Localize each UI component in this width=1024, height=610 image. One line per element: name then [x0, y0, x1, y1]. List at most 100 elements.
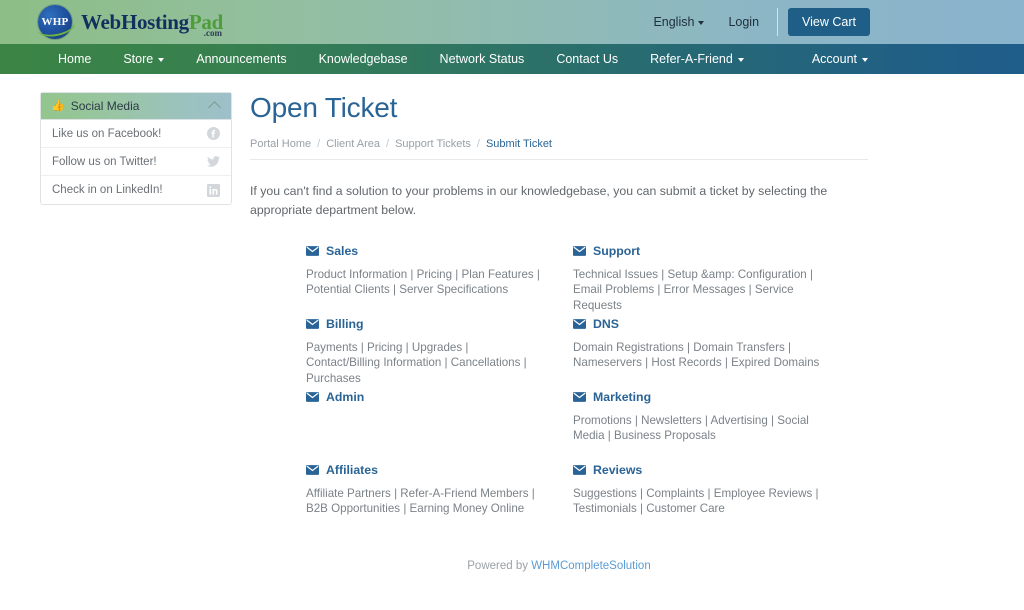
nav-label: Refer-A-Friend: [650, 52, 733, 66]
department-name: Reviews: [593, 463, 643, 478]
login-link[interactable]: Login: [716, 15, 771, 29]
department-name: Affiliates: [326, 463, 378, 478]
chevron-down-icon: [158, 57, 165, 62]
nav-items: Home Store Announcements Knowledgebase N…: [42, 44, 760, 74]
nav-label: Network Status: [439, 52, 525, 66]
logo-name-primary: WebHosting: [81, 9, 189, 34]
logo-badge-text: WHP: [41, 16, 69, 28]
department-name: Billing: [326, 317, 364, 332]
chevron-down-icon: [737, 57, 744, 62]
envelope-icon: [573, 246, 586, 256]
department-link-support[interactable]: Support: [573, 244, 840, 258]
sidebar-item-facebook[interactable]: Like us on Facebook!: [41, 120, 231, 148]
sidebar-item-linkedin[interactable]: Check in on LinkedIn!: [41, 176, 231, 204]
department-marketing: Marketing Promotions | Newsletters | Adv…: [573, 390, 868, 463]
thumbs-up-icon: 👍: [51, 99, 65, 112]
department-reviews: Reviews Suggestions | Complaints | Emplo…: [573, 463, 868, 536]
department-link-sales[interactable]: Sales: [306, 244, 545, 258]
linkedin-icon: [207, 183, 220, 197]
nav-item-home[interactable]: Home: [42, 44, 107, 74]
nav-label: Announcements: [196, 52, 287, 66]
department-link-marketing[interactable]: Marketing: [573, 390, 840, 404]
department-sales: Sales Product Information | Pricing | Pl…: [306, 244, 573, 317]
top-bar-actions: English Login View Cart: [641, 8, 870, 36]
department-dns: DNS Domain Registrations | Domain Transf…: [573, 317, 868, 390]
department-name: Admin: [326, 390, 365, 405]
envelope-icon: [306, 246, 319, 256]
site-logo[interactable]: WHP WebHostingPad .com: [38, 5, 223, 39]
department-description: Suggestions | Complaints | Employee Revi…: [573, 487, 819, 516]
main-content: Open Ticket Portal Home / Client Area / …: [250, 92, 868, 586]
breadcrumb-separator: /: [386, 138, 390, 150]
footer-link-whmcs[interactable]: WHMCompleteSolution: [531, 560, 651, 572]
footer: Powered by WHMCompleteSolution: [250, 560, 868, 586]
chevron-up-icon[interactable]: [208, 101, 221, 114]
department-admin: Admin: [306, 390, 573, 463]
facebook-icon: [207, 127, 220, 140]
department-name: DNS: [593, 317, 619, 332]
department-description: Promotions | Newsletters | Advertising |…: [573, 414, 809, 443]
nav-item-store[interactable]: Store: [107, 44, 180, 74]
sidebar-item-label: Like us on Facebook!: [52, 127, 162, 140]
chevron-down-icon: [698, 20, 705, 25]
department-link-admin[interactable]: Admin: [306, 390, 545, 404]
social-media-panel: 👍 Social Media Like us on Facebook! Foll…: [40, 92, 232, 205]
nav-item-knowledgebase[interactable]: Knowledgebase: [303, 44, 424, 74]
social-media-panel-title: Social Media: [70, 99, 140, 113]
logo-badge-icon: WHP: [38, 5, 72, 39]
department-name: Marketing: [593, 390, 652, 405]
department-name: Support: [593, 244, 641, 259]
nav-label: Account: [811, 52, 857, 66]
department-billing: Billing Payments | Pricing | Upgrades | …: [306, 317, 573, 390]
page-title: Open Ticket: [250, 92, 398, 123]
envelope-icon: [573, 319, 586, 329]
nav-item-announcements[interactable]: Announcements: [180, 44, 302, 74]
department-description: Affiliate Partners | Refer-A-Friend Memb…: [306, 487, 535, 516]
envelope-icon: [306, 392, 319, 402]
social-media-panel-header[interactable]: 👍 Social Media: [41, 93, 231, 120]
sidebar-item-label: Check in on LinkedIn!: [52, 184, 163, 196]
department-description: Product Information | Pricing | Plan Fea…: [306, 268, 540, 297]
sidebar-item-twitter[interactable]: Follow us on Twitter!: [41, 148, 231, 176]
breadcrumb-separator: /: [476, 138, 480, 150]
intro-text: If you can't find a solution to your pro…: [250, 184, 828, 218]
view-cart-button[interactable]: View Cart: [788, 8, 870, 36]
department-link-affiliates[interactable]: Affiliates: [306, 463, 545, 477]
nav-item-account[interactable]: Account: [796, 52, 884, 66]
twitter-icon: [207, 156, 220, 167]
breadcrumb-item-submit-ticket: Submit Ticket: [485, 138, 552, 150]
department-description: Domain Registrations | Domain Transfers …: [573, 341, 820, 370]
nav-item-network-status[interactable]: Network Status: [424, 44, 541, 74]
breadcrumb-separator: /: [317, 138, 321, 150]
envelope-icon: [306, 465, 319, 475]
page-body: 👍 Social Media Like us on Facebook! Foll…: [0, 74, 1024, 586]
department-link-reviews[interactable]: Reviews: [573, 463, 840, 477]
breadcrumb-item-support-tickets[interactable]: Support Tickets: [395, 138, 471, 150]
department-description: Technical Issues | Setup &amp: Configura…: [573, 268, 813, 312]
nav-label: Knowledgebase: [318, 52, 408, 66]
department-link-billing[interactable]: Billing: [306, 317, 545, 331]
nav-label: Store: [123, 52, 154, 66]
nav-account-area: Account: [796, 44, 884, 74]
envelope-icon: [573, 392, 586, 402]
logo-dotcom: .com: [203, 27, 222, 38]
department-affiliates: Affiliates Affiliate Partners | Refer-A-…: [306, 463, 573, 536]
chevron-down-icon: [862, 57, 868, 62]
department-name: Sales: [326, 244, 359, 259]
logo-wordmark: WebHostingPad .com: [81, 9, 223, 37]
nav-item-refer-a-friend[interactable]: Refer-A-Friend: [634, 44, 760, 74]
main-navigation: Home Store Announcements Knowledgebase N…: [0, 44, 1024, 74]
department-grid: Sales Product Information | Pricing | Pl…: [250, 244, 868, 536]
breadcrumb-item-client-area[interactable]: Client Area: [326, 138, 380, 150]
language-label: English: [653, 15, 695, 29]
nav-label: Home: [58, 52, 92, 66]
envelope-icon: [573, 465, 586, 475]
department-link-dns[interactable]: DNS: [573, 317, 840, 331]
nav-label: Contact Us: [556, 52, 619, 66]
language-selector[interactable]: English: [641, 15, 716, 29]
breadcrumb-item-portal-home[interactable]: Portal Home: [250, 138, 311, 150]
top-bar: WHP WebHostingPad .com English Login Vie…: [0, 0, 1024, 44]
breadcrumb: Portal Home / Client Area / Support Tick…: [250, 138, 868, 160]
divider: [777, 8, 779, 36]
nav-item-contact-us[interactable]: Contact Us: [540, 44, 634, 74]
